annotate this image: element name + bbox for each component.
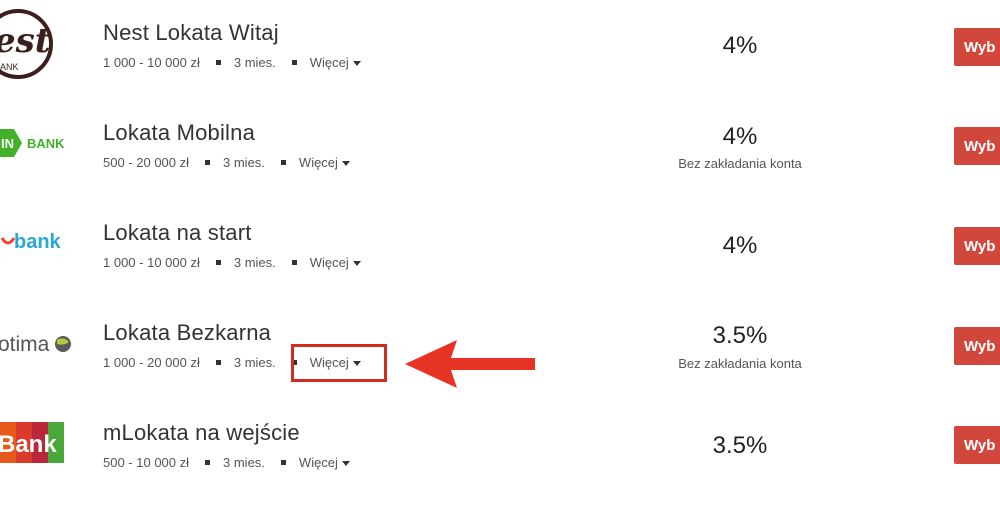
offer-title: Lokata na start <box>103 220 252 245</box>
offer-amount: 500 - 20 000 zł <box>103 155 190 170</box>
offer-rate: 3.5% <box>712 322 768 349</box>
offer-term: 3 mies. <box>223 455 265 470</box>
bullet-icon <box>280 460 286 465</box>
offer-term: 3 mies. <box>223 155 265 170</box>
more-toggle[interactable]: Więcej <box>299 455 350 470</box>
bullet-icon <box>215 60 221 65</box>
svg-text:ANK: ANK <box>0 62 19 72</box>
bullet-icon <box>215 360 221 365</box>
inbank-logo-icon: IN BANK <box>0 100 90 200</box>
svg-text:otima: otima <box>0 333 50 356</box>
svg-text:bank: bank <box>14 231 62 253</box>
offer-row: bank Lokata na start 1 000 - 10 000 zł 3… <box>0 200 1000 300</box>
offer-amount: 1 000 - 10 000 zł <box>103 55 200 70</box>
offer-title: Nest Lokata Witaj <box>103 20 279 45</box>
choose-button[interactable]: Wyb <box>954 127 1000 165</box>
more-label: Więcej <box>309 255 349 270</box>
more-label: Więcej <box>309 55 349 70</box>
offer-title: mLokata na wejście <box>103 420 300 445</box>
svg-text:Bank: Bank <box>0 431 57 458</box>
offer-meta: 1 000 - 10 000 zł 3 mies. Więcej <box>103 255 361 270</box>
highlight-box <box>291 344 387 382</box>
optima-logo-icon: otima <box>0 300 90 400</box>
caret-down-icon <box>352 61 361 67</box>
offer-note: Bez zakładania konta <box>678 156 802 171</box>
bullet-icon <box>205 460 211 465</box>
offer-title: Lokata Bezkarna <box>103 320 272 345</box>
offer-row: IN BANK Lokata Mobilna 500 - 20 000 zł 3… <box>0 100 1000 200</box>
bullet-icon <box>291 60 297 65</box>
offer-amount: 1 000 - 10 000 zł <box>103 255 200 270</box>
offer-term: 3 mies. <box>233 55 276 70</box>
svg-text:BANK: BANK <box>27 136 65 151</box>
offer-rate: 4% <box>722 32 758 59</box>
offer-amount: 1 000 - 20 000 zł <box>103 355 200 370</box>
offer-meta: 500 - 20 000 zł 3 mies. Więcej <box>103 155 350 170</box>
more-toggle[interactable]: Więcej <box>299 155 350 170</box>
offer-row: Bank mLokata na wejście 500 - 10 000 zł … <box>0 400 1000 500</box>
choose-button[interactable]: Wyb <box>954 426 1000 464</box>
caret-down-icon <box>341 161 350 167</box>
bullet-icon <box>215 260 221 265</box>
bullet-icon <box>280 160 286 165</box>
offer-amount: 500 - 10 000 zł <box>103 455 190 470</box>
arrow-left-icon <box>405 340 535 388</box>
choose-button[interactable]: Wyb <box>954 28 1000 66</box>
more-label: Więcej <box>298 455 338 470</box>
offer-term: 3 mies. <box>233 255 276 270</box>
bank-logo-icon: bank <box>0 200 90 300</box>
offer-row: est ANK Nest Lokata Witaj 1 000 - 10 000… <box>0 0 1000 100</box>
choose-button[interactable]: Wyb <box>954 227 1000 265</box>
offer-term: 3 mies. <box>233 355 276 370</box>
bullet-icon <box>205 160 211 165</box>
caret-down-icon <box>352 261 361 267</box>
offer-rate: 4% <box>722 123 758 150</box>
offer-title: Lokata Mobilna <box>103 120 256 145</box>
more-toggle[interactable]: Więcej <box>310 255 361 270</box>
nest-bank-logo-icon: est ANK <box>0 0 90 100</box>
more-label: Więcej <box>298 155 338 170</box>
svg-text:IN: IN <box>1 136 14 151</box>
more-toggle[interactable]: Więcej <box>310 55 361 70</box>
offer-meta: 1 000 - 10 000 zł 3 mies. Więcej <box>103 55 361 70</box>
offer-meta: 500 - 10 000 zł 3 mies. Więcej <box>103 455 350 470</box>
offer-rate: 4% <box>722 232 758 259</box>
caret-down-icon <box>341 461 350 467</box>
offer-rate: 3.5% <box>712 432 768 459</box>
bullet-icon <box>291 260 297 265</box>
svg-text:est: est <box>0 21 51 61</box>
mbank-logo-icon: Bank <box>0 400 90 500</box>
choose-button[interactable]: Wyb <box>954 327 1000 365</box>
offer-note: Bez zakładania konta <box>678 356 802 371</box>
